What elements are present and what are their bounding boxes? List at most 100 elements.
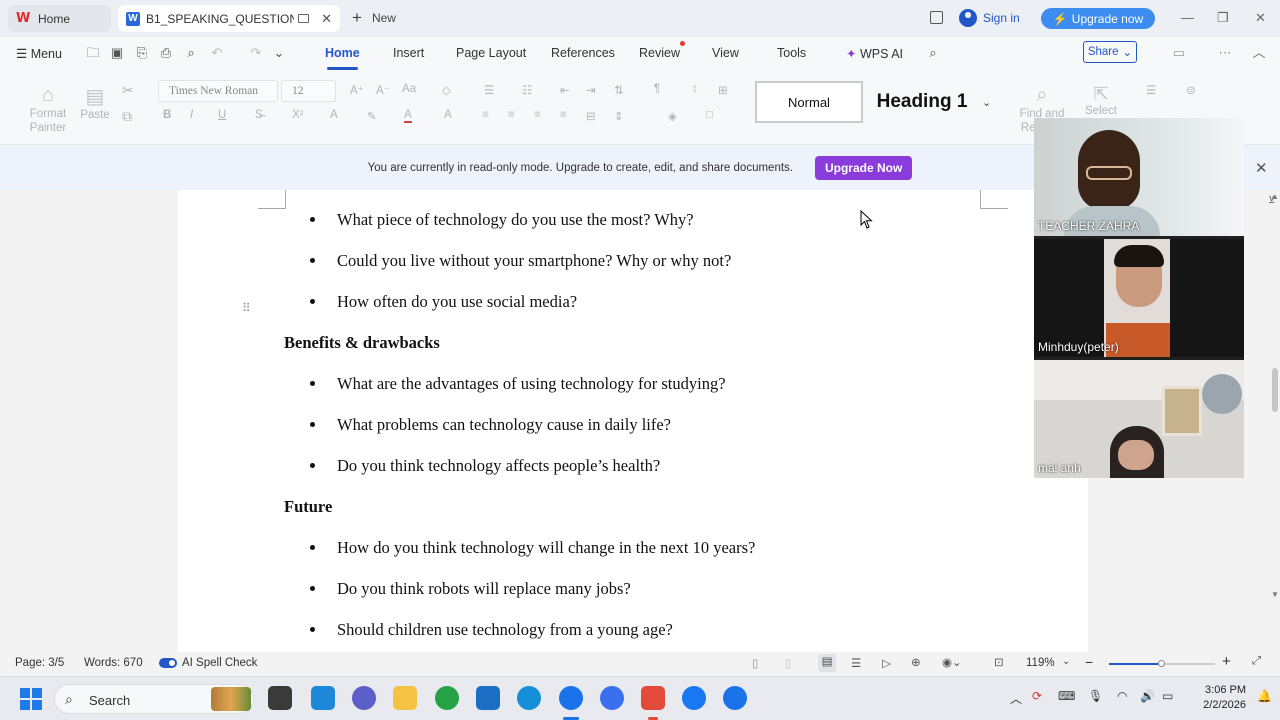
page-view-icon[interactable]: ▯ (785, 656, 791, 670)
zoom-app-icon[interactable] (559, 686, 583, 710)
text-tools-icon[interactable]: ☰ (1146, 83, 1156, 97)
italic-icon[interactable]: I (190, 109, 193, 121)
print-icon[interactable]: ⎙ (159, 46, 173, 60)
zoom-meeting-icon[interactable] (723, 686, 747, 710)
task-view-icon[interactable] (268, 686, 292, 710)
zoom-out-icon[interactable]: − (1085, 654, 1093, 670)
shrink-font-icon[interactable]: A⁻ (376, 83, 390, 97)
sign-in-button[interactable]: Sign in (959, 9, 1020, 27)
line-spacing-icon[interactable]: ⇕ (614, 109, 624, 123)
drag-handle-icon[interactable]: ⠿ (242, 301, 251, 315)
bullet-list-icon[interactable]: ☰ (484, 83, 494, 97)
new-tab-button[interactable]: + New (352, 9, 396, 26)
format-painter-button[interactable]: ⌂ Format Painter (28, 84, 68, 135)
tab-references[interactable]: References (551, 46, 615, 60)
align-center-icon[interactable]: ≡ (508, 109, 515, 121)
teams-icon[interactable] (352, 686, 376, 710)
minimize-icon[interactable]: — (1181, 10, 1194, 25)
window-mode-icon[interactable] (298, 14, 309, 23)
whatsapp-icon[interactable] (435, 686, 459, 710)
file-explorer-icon[interactable] (393, 686, 417, 710)
zoom-chevron-icon[interactable]: ⌄ (1062, 656, 1070, 667)
zoom-slider[interactable] (1109, 660, 1215, 667)
print-layout-icon[interactable]: ▤ (818, 654, 836, 672)
side-panel-icon[interactable]: ⊻ (1268, 195, 1275, 206)
print-preview-icon[interactable]: ⌕ (184, 46, 198, 60)
menu-button[interactable]: ☰ Menu (16, 46, 62, 61)
tab-page-layout[interactable]: Page Layout (456, 46, 526, 60)
collapse-ribbon-icon[interactable]: ︿ (1252, 46, 1266, 60)
align-right-icon[interactable]: ≡ (534, 109, 541, 121)
tab-tools[interactable]: Tools (777, 46, 806, 60)
export-pdf-icon[interactable]: ⎘ (135, 46, 149, 60)
paragraph-mark-icon[interactable]: ¶ (654, 83, 660, 95)
borders-icon[interactable]: □ (706, 109, 713, 121)
upgrade-now-banner-button[interactable]: Upgrade Now (814, 155, 913, 180)
store-icon[interactable] (476, 686, 500, 710)
keyboard-icon[interactable]: ⌨ (1058, 689, 1075, 703)
underline-icon[interactable]: U (218, 109, 226, 121)
table-icon[interactable]: ⊞ (718, 83, 728, 97)
reading-mode-icon[interactable]: ▯ (752, 656, 758, 670)
taskbar-search[interactable]: ⌕ Search (54, 684, 254, 714)
close-banner-icon[interactable]: ✕ (1255, 159, 1268, 177)
volume-icon[interactable]: 🔊 (1140, 689, 1155, 703)
more-icon[interactable]: ⋯ (1218, 46, 1232, 60)
sync-icon[interactable]: ⟳ (1032, 689, 1042, 703)
copy-icon[interactable]: ⧉ (122, 108, 132, 125)
edge-icon[interactable] (517, 686, 541, 710)
open-folder-icon[interactable]: 🗀 (86, 46, 100, 60)
wifi-icon[interactable]: ◠ (1117, 689, 1127, 703)
text-direction-icon[interactable]: ⇅ (614, 83, 624, 97)
page-indicator[interactable]: Page: 3/5 (15, 657, 64, 669)
bold-icon[interactable]: B (163, 109, 171, 121)
clear-format-icon[interactable]: ◇ (442, 83, 451, 97)
facebook-icon[interactable] (682, 686, 706, 710)
tab-insert[interactable]: Insert (393, 46, 424, 60)
char-shading-icon[interactable]: A (444, 109, 452, 121)
close-window-icon[interactable]: ✕ (1255, 10, 1266, 26)
microphone-icon[interactable]: 🎙 (1088, 689, 1103, 703)
play-icon[interactable]: ▷ (882, 656, 891, 670)
zoom-level[interactable]: 119% (1026, 657, 1055, 669)
decrease-indent-icon[interactable]: ⇤ (560, 83, 570, 97)
tab-home[interactable]: W Home (8, 5, 111, 32)
fullscreen-icon[interactable]: ⤢ (1252, 655, 1261, 668)
scrollbar-thumb[interactable] (1272, 368, 1278, 412)
notification-icon[interactable]: 🔔 (1257, 689, 1272, 703)
change-case-icon[interactable]: Aa (402, 83, 416, 95)
video-tile[interactable]: TEACHER ZAHRA (1034, 118, 1244, 236)
shading-icon[interactable]: ◈ (668, 109, 677, 123)
widgets-icon[interactable] (311, 686, 335, 710)
styles-expand-icon[interactable]: ⌄ (982, 96, 991, 109)
ai-spell-check-toggle[interactable]: AI Spell Check (159, 657, 257, 669)
battery-icon[interactable]: ▭ (1162, 689, 1173, 703)
outline-icon[interactable]: ☰ (851, 656, 861, 670)
superscript-icon[interactable]: X² (292, 109, 304, 121)
zoom-slider-handle[interactable] (1158, 660, 1165, 667)
eye-protection-icon[interactable]: ◉⌄ (942, 655, 962, 669)
wps-ai-button[interactable]: ✦ WPS AI (846, 46, 903, 61)
font-name-select[interactable]: Times New Roman (158, 80, 278, 102)
clock[interactable]: 3:06 PM 2/2/2026 (1190, 683, 1246, 713)
windows-start-icon[interactable] (20, 688, 42, 710)
video-tile[interactable]: Minhduy(peter) (1034, 239, 1244, 357)
numbered-list-icon[interactable]: ☷ (522, 83, 532, 97)
strikethrough-icon[interactable]: S̶ (255, 109, 263, 121)
font-color-icon[interactable]: A (404, 109, 412, 123)
search-icon[interactable]: ⌕ (926, 46, 940, 60)
video-tile[interactable]: mai anh (1034, 360, 1244, 478)
workspace-icon[interactable] (930, 11, 943, 24)
tab-review[interactable]: Review (639, 46, 680, 60)
justify-icon[interactable]: ≡ (560, 109, 567, 121)
messenger-icon[interactable] (600, 686, 624, 710)
text-effect-icon[interactable]: A (330, 109, 338, 121)
show-hidden-icons-icon[interactable]: ︿ (1010, 690, 1022, 707)
grow-font-icon[interactable]: A⁺ (350, 83, 364, 97)
vertical-scrollbar[interactable]: ▲ ▼ (1270, 190, 1280, 652)
tab-document[interactable]: W B1_SPEAKING_QUESTION_SET ✕ (118, 5, 340, 32)
redo-icon[interactable]: ↷ (249, 46, 263, 60)
sort-icon[interactable]: ↕ (692, 83, 698, 95)
chevron-down-icon[interactable]: ⌄ (272, 46, 286, 60)
comment-icon[interactable]: ▭ (1172, 46, 1186, 60)
